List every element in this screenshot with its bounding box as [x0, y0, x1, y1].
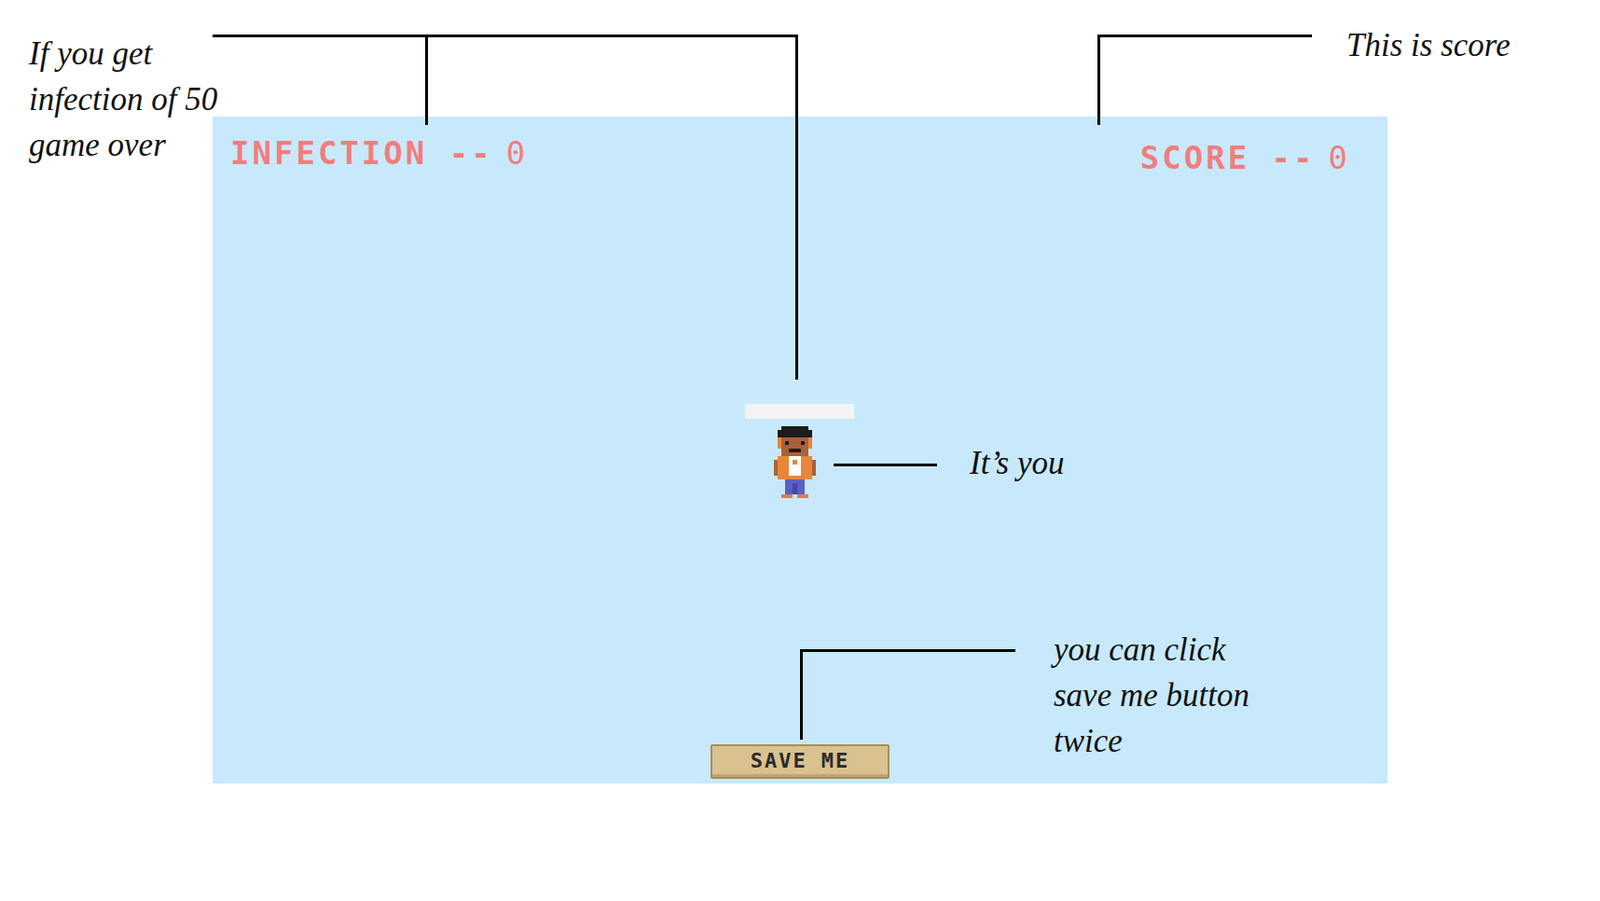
annotation-line-text: twice: [1053, 717, 1250, 764]
annotation-line-text: This is score: [1346, 22, 1511, 69]
annotation-line: [795, 34, 799, 380]
annotation-note: It’s you: [969, 440, 1064, 486]
annotation-line: [800, 648, 1016, 652]
infection-counter: INFECTION -- 0: [230, 134, 528, 173]
annotation-line-text: infection of 50: [28, 76, 218, 123]
annotation-line-text: save me button: [1053, 672, 1250, 718]
annotation-line: [425, 34, 428, 125]
annotation-line-text: It’s you: [969, 440, 1064, 486]
score-label: SCORE --: [1140, 138, 1316, 177]
player-icon: [770, 426, 820, 502]
annotation-line-text: If you get: [28, 30, 218, 77]
annotation-line: [833, 463, 938, 467]
annotation-note: This is score: [1346, 22, 1511, 69]
annotation-line: [1097, 34, 1312, 38]
annotation-note: you can clicksave me buttontwice: [1053, 626, 1250, 764]
annotation-note: If you getinfection of 50game over: [28, 30, 218, 168]
infection-value: 0: [506, 134, 528, 172]
annotation-line-text: you can click: [1053, 626, 1250, 673]
health-bar: [744, 403, 855, 419]
score-counter: SCORE -- 0: [1140, 138, 1351, 178]
tutorial-screen: INFECTION -- 0 SCORE -- 0 SAVE ME If you geti…: [0, 0, 1600, 901]
annotation-line-text: game over: [28, 122, 218, 168]
annotation-line: [1097, 34, 1101, 125]
infection-label: INFECTION --: [230, 134, 494, 172]
score-value: 0: [1328, 138, 1351, 177]
annotation-line: [212, 34, 799, 38]
annotation-line: [800, 648, 803, 740]
save-button[interactable]: SAVE ME: [710, 744, 890, 779]
